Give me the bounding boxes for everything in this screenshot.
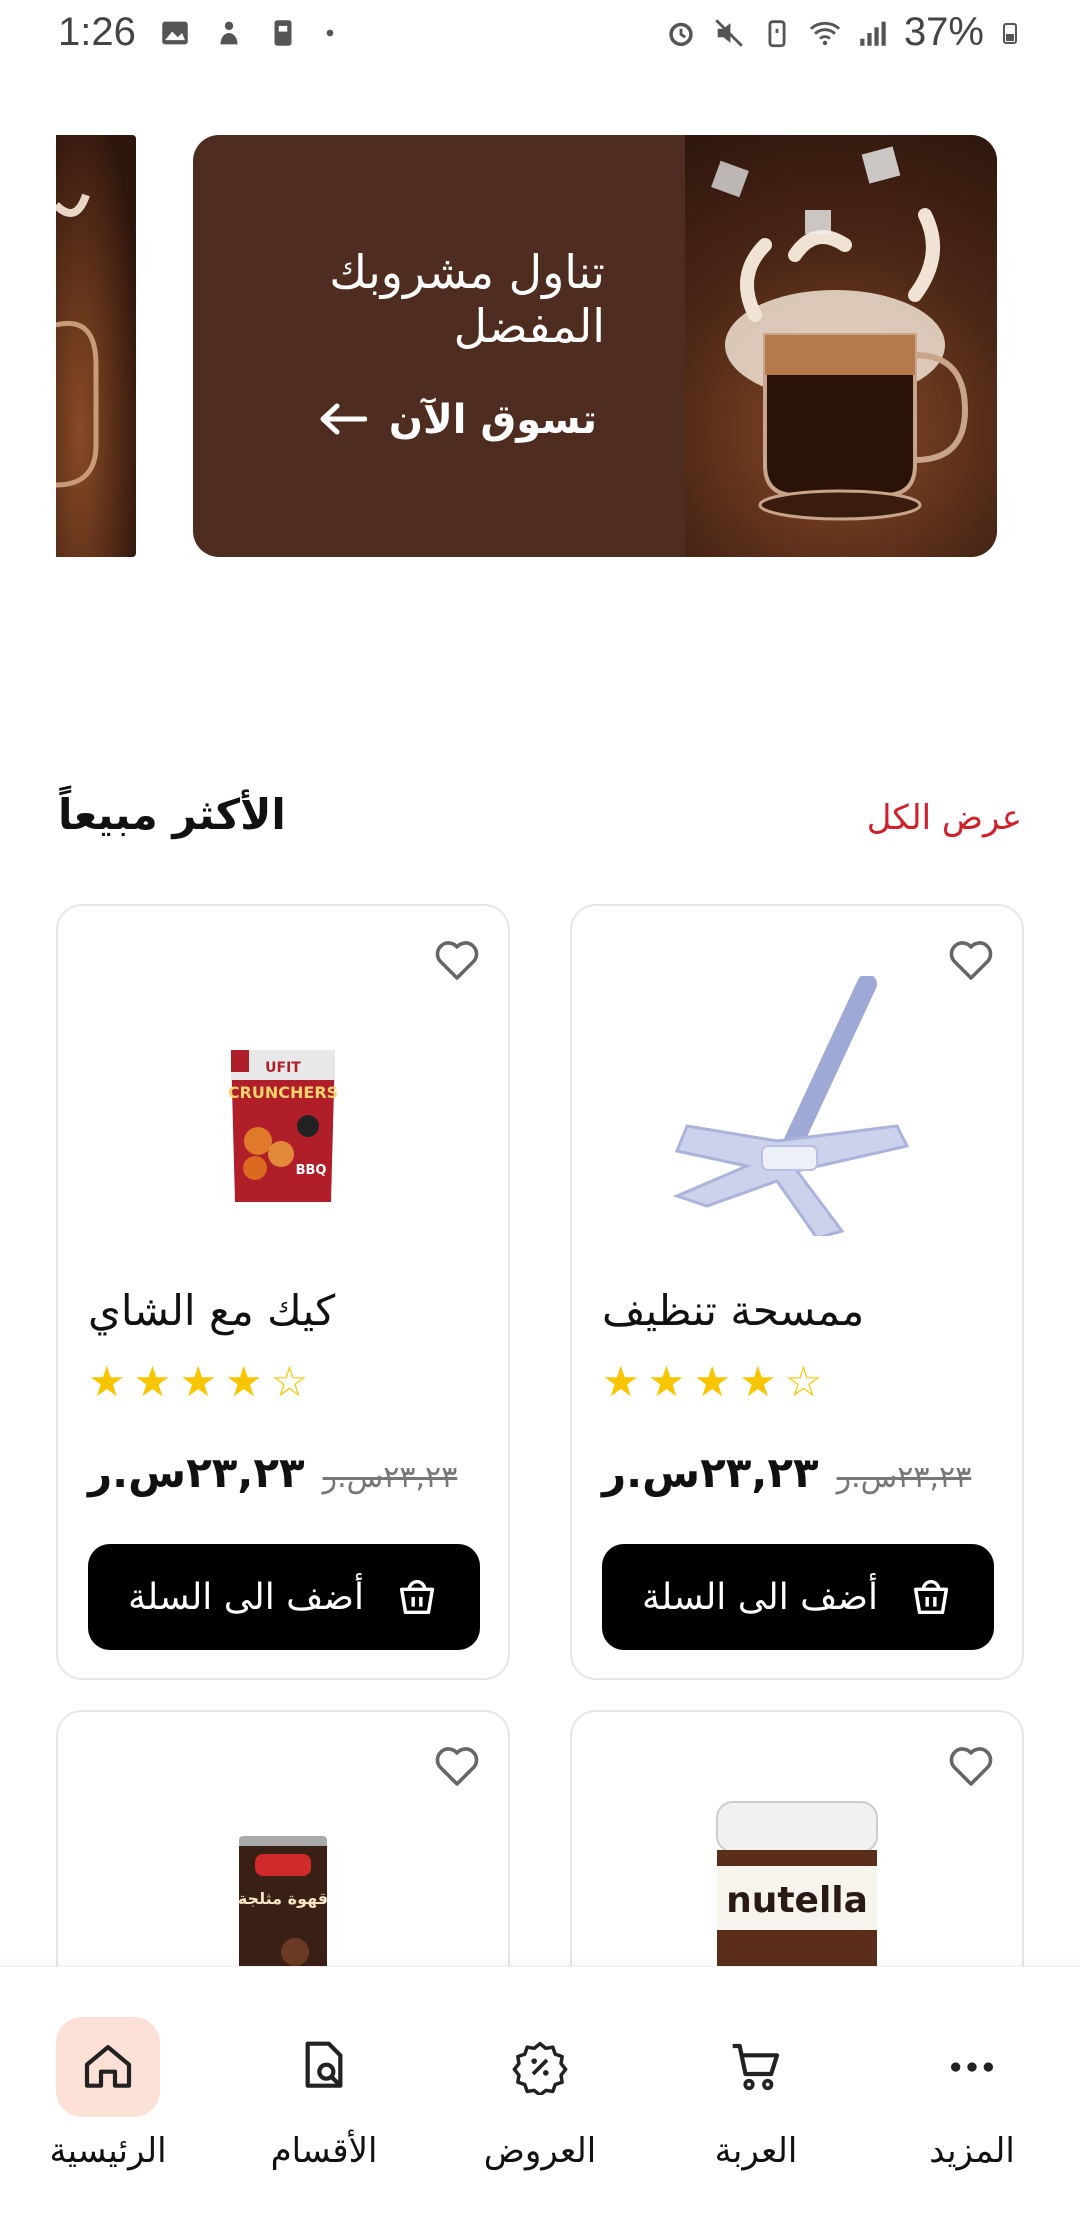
battery-icon bbox=[1003, 22, 1017, 44]
shop-now-label: تسوق الآن bbox=[388, 397, 597, 443]
star-filled-icon: ★ bbox=[647, 1357, 686, 1406]
star-empty-icon: ☆ bbox=[784, 1357, 823, 1406]
view-all-link[interactable]: عرض الكل bbox=[867, 798, 1022, 838]
alarm-icon bbox=[669, 22, 693, 46]
product-price: ٢٣,٢٣س.ر bbox=[602, 1448, 819, 1497]
heart-icon[interactable] bbox=[946, 938, 996, 982]
basket-icon bbox=[399, 1580, 435, 1615]
add-to-cart-label: أضف الى السلة bbox=[642, 1576, 879, 1618]
bottom-navigation: الرئيسية الأقسام العروض العربة المزيد bbox=[0, 1966, 1080, 2220]
rating-stars: ★ ★ ★ ★ ☆ bbox=[602, 1361, 822, 1403]
heart-icon[interactable] bbox=[432, 1744, 482, 1788]
add-to-cart-button[interactable]: أضف الى السلة bbox=[602, 1544, 994, 1650]
product-old-price: ٢٣,٢٣س.ر bbox=[322, 1460, 458, 1495]
nav-label: الرئيسية bbox=[49, 2131, 167, 2171]
star-filled-icon: ★ bbox=[88, 1357, 126, 1406]
basket-icon bbox=[913, 1580, 949, 1615]
product-name: ممسحة تنظيف bbox=[602, 1286, 865, 1335]
product-image: nutella bbox=[707, 1800, 887, 1990]
star-filled-icon: ★ bbox=[179, 1357, 217, 1406]
nav-label: الأقسام bbox=[270, 2131, 378, 2171]
home-icon bbox=[84, 2045, 132, 2088]
battery-percent: 37% bbox=[903, 10, 984, 54]
cart-icon bbox=[732, 2043, 780, 2091]
nav-label: المزيد bbox=[929, 2131, 1015, 2171]
add-to-cart-label: أضف الى السلة bbox=[128, 1576, 365, 1618]
star-filled-icon: ★ bbox=[602, 1357, 640, 1406]
star-filled-icon: ★ bbox=[693, 1357, 731, 1406]
shop-now-button[interactable]: تسوق الآن bbox=[319, 393, 597, 447]
signal-icon bbox=[860, 21, 886, 46]
product-card[interactable]: UFIT CRUNCHERS BBQ كيك مع الشاي ★ ★ ★ ★ … bbox=[56, 904, 510, 1680]
banner-previous-peek[interactable] bbox=[56, 135, 136, 557]
categories-icon bbox=[305, 2041, 343, 2088]
wifi-icon bbox=[809, 21, 841, 45]
iced-coffee-image bbox=[685, 135, 997, 557]
offers-icon bbox=[512, 2041, 568, 2095]
sim-icon bbox=[274, 20, 292, 46]
arrow-left-icon bbox=[319, 393, 368, 447]
heart-icon[interactable] bbox=[432, 938, 482, 982]
mute-icon bbox=[715, 18, 743, 47]
rating-stars: ★ ★ ★ ★ ☆ bbox=[88, 1361, 308, 1403]
nav-cart[interactable]: العربة bbox=[666, 2017, 846, 2187]
svg-text:nutella: nutella bbox=[726, 1880, 868, 1921]
heart-icon[interactable] bbox=[946, 1744, 996, 1788]
nav-home[interactable]: الرئيسية bbox=[18, 2017, 198, 2187]
nav-label: العروض bbox=[483, 2131, 597, 2171]
star-empty-icon: ☆ bbox=[270, 1357, 309, 1406]
product-name: كيك مع الشاي bbox=[88, 1286, 336, 1335]
svg-text:BBQ: BBQ bbox=[296, 1163, 327, 1178]
nav-categories[interactable]: الأقسام bbox=[234, 2017, 414, 2187]
add-to-cart-button[interactable]: أضف الى السلة bbox=[88, 1544, 480, 1650]
best-sellers-title: الأكثر مبيعاً bbox=[58, 790, 286, 839]
status-bar: 1:26 37% bbox=[0, 0, 1080, 70]
star-filled-icon: ★ bbox=[133, 1357, 172, 1406]
svg-text:CRUNCHERS: CRUNCHERS bbox=[228, 1083, 338, 1102]
more-icon bbox=[951, 2062, 993, 2072]
banner-title: تناول مشروبك المفضل bbox=[329, 245, 605, 353]
nav-more[interactable]: المزيد bbox=[882, 2017, 1062, 2187]
product-image: قهوة مثلجة bbox=[235, 1832, 331, 1982]
gallery-icon bbox=[162, 21, 188, 45]
product-old-price: ٢٣,٢٣س.ر bbox=[836, 1460, 972, 1495]
battery-saver-icon bbox=[768, 19, 786, 47]
product-image bbox=[667, 974, 927, 1240]
star-filled-icon: ★ bbox=[224, 1357, 263, 1406]
product-image: UFIT CRUNCHERS BBQ bbox=[223, 1046, 343, 1206]
nav-offers[interactable]: العروض bbox=[450, 2017, 630, 2187]
coffee-cup-image bbox=[56, 135, 136, 557]
status-time: 1:26 bbox=[58, 10, 136, 54]
product-card[interactable]: ممسحة تنظيف ★ ★ ★ ★ ☆ ٢٣,٢٣س.ر ٢٣,٢٣س.ر … bbox=[570, 904, 1024, 1680]
star-filled-icon: ★ bbox=[738, 1357, 777, 1406]
svg-text:قهوة مثلجة: قهوة مثلجة bbox=[238, 1889, 328, 1908]
product-price: ٢٣,٢٣س.ر bbox=[88, 1448, 305, 1497]
promo-banner[interactable]: تناول مشروبك المفضل تسوق الآن bbox=[193, 135, 997, 557]
app-notification-icon bbox=[220, 21, 238, 45]
nav-label: العربة bbox=[714, 2131, 798, 2171]
dot-icon bbox=[326, 29, 334, 37]
svg-text:UFIT: UFIT bbox=[265, 1060, 301, 1076]
